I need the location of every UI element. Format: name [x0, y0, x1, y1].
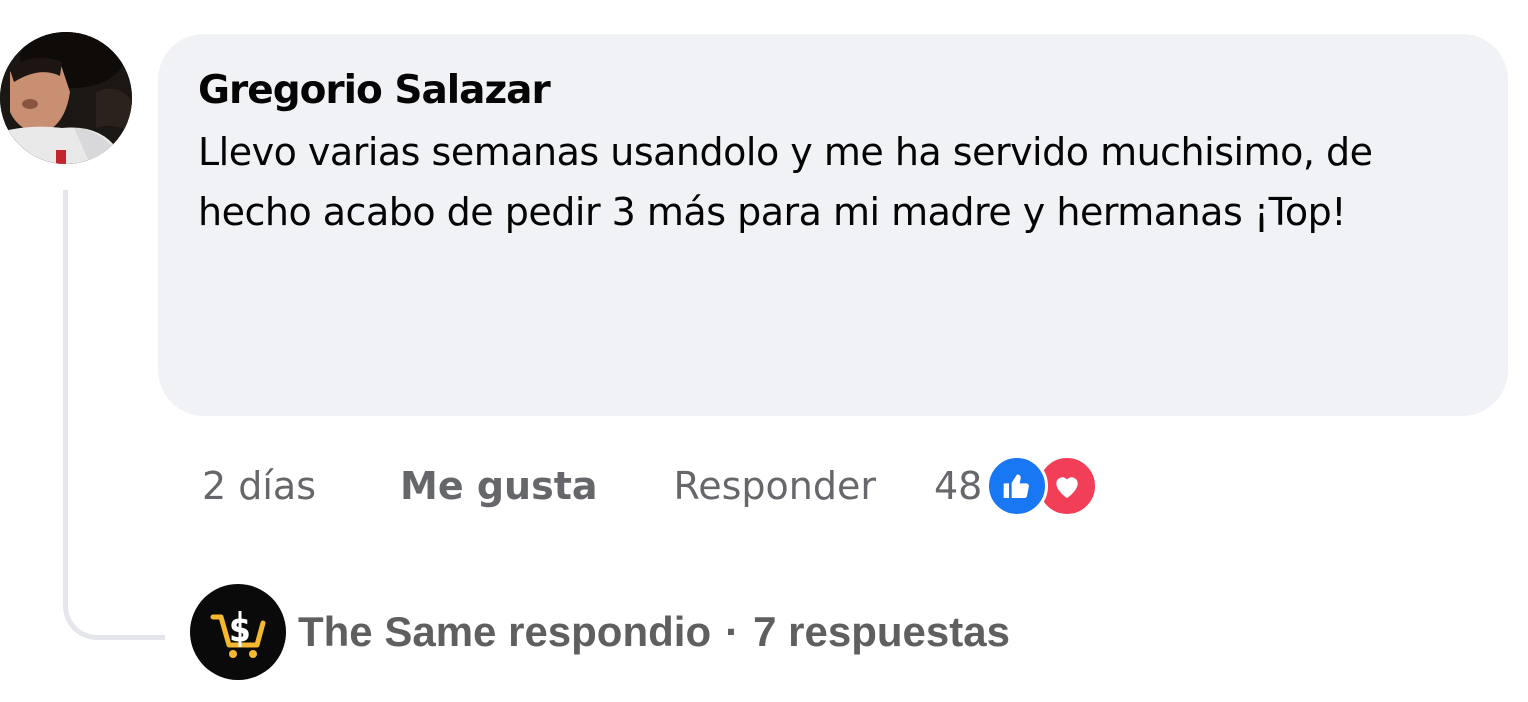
view-replies-link[interactable]: S The Same respondio · 7 respuestas	[190, 584, 1010, 680]
reply-separator: ·	[725, 608, 740, 655]
like-button[interactable]: Me gusta	[400, 464, 598, 508]
comment-author[interactable]: Gregorio Salazar	[198, 66, 1468, 116]
commenter-avatar[interactable]	[0, 32, 132, 164]
thread-connector	[63, 190, 165, 640]
comment-actions: 2 días Me gusta Responder 48	[202, 455, 1099, 517]
comment-bubble: Gregorio Salazar Llevo varias semanas us…	[158, 34, 1508, 416]
reply-action: respondio	[508, 608, 712, 655]
reply-author: The Same	[298, 608, 497, 655]
reply-count: 7 respuestas	[753, 608, 1010, 655]
reaction-icons[interactable]	[986, 455, 1099, 517]
reply-button[interactable]: Responder	[674, 464, 876, 508]
the-same-logo-icon: S	[190, 584, 286, 680]
like-icon	[986, 455, 1049, 517]
replies-summary[interactable]: The Same respondio · 7 respuestas	[298, 608, 1010, 656]
comment-text: Llevo varias semanas usandolo y me ha se…	[198, 130, 1373, 234]
reaction-count[interactable]: 48	[934, 464, 982, 508]
comment-timestamp[interactable]: 2 días	[202, 464, 316, 508]
